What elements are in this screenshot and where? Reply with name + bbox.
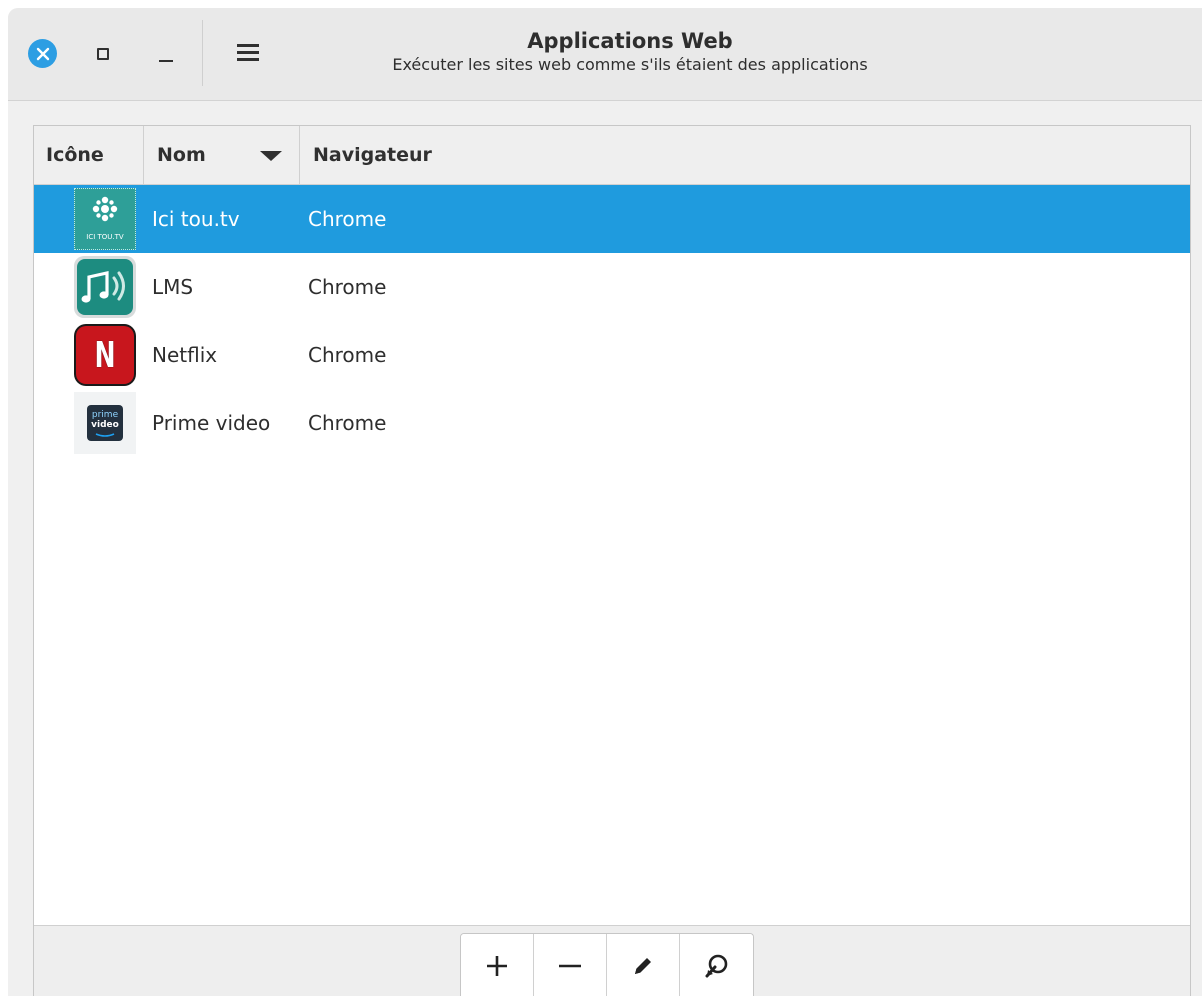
app-browser: Chrome bbox=[308, 411, 387, 435]
action-button-group bbox=[460, 933, 754, 996]
app-browser: Chrome bbox=[308, 343, 387, 367]
column-header-icon[interactable]: Icône bbox=[34, 126, 144, 184]
ici-tou-tv-icon: ICI TOU.TV bbox=[74, 188, 136, 250]
action-bar bbox=[34, 925, 1190, 996]
minimize-button[interactable] bbox=[159, 60, 173, 62]
remove-icon bbox=[559, 964, 581, 968]
edit-button[interactable] bbox=[607, 934, 680, 996]
apps-list: ICI TOU.TV Ici tou.tv Chrome LMS Chrome … bbox=[34, 185, 1190, 457]
app-browser: Chrome bbox=[308, 275, 387, 299]
hamburger-menu-icon[interactable] bbox=[237, 44, 259, 62]
launch-icon bbox=[705, 954, 727, 978]
remove-button[interactable] bbox=[534, 934, 607, 996]
column-header-name-label: Nom bbox=[157, 144, 206, 166]
maximize-button[interactable] bbox=[97, 48, 109, 60]
netflix-icon-letter: N bbox=[94, 334, 116, 376]
sort-descending-icon bbox=[260, 151, 282, 161]
titlebar-separator bbox=[202, 20, 203, 86]
table-row[interactable]: LMS Chrome bbox=[34, 253, 1190, 321]
prime-video-icon: prime video bbox=[74, 392, 136, 454]
column-header-name[interactable]: Nom bbox=[144, 126, 300, 184]
table-row[interactable]: N Netflix Chrome bbox=[34, 321, 1190, 389]
table-row[interactable]: prime video Prime video Chrome bbox=[34, 389, 1190, 457]
lms-music-icon bbox=[74, 256, 136, 318]
title-box: Applications Web Exécuter les sites web … bbox=[330, 28, 930, 76]
netflix-icon: N bbox=[74, 324, 136, 386]
app-name: Prime video bbox=[152, 411, 271, 435]
apps-list-frame: Icône Nom Navigateur ICI TOU.TV Ici tou.… bbox=[33, 125, 1191, 996]
app-browser: Chrome bbox=[308, 207, 387, 231]
window-subtitle: Exécuter les sites web comme s'ils étaie… bbox=[392, 55, 868, 74]
close-icon bbox=[36, 47, 49, 60]
close-button[interactable] bbox=[28, 39, 57, 68]
table-row[interactable]: ICI TOU.TV Ici tou.tv Chrome bbox=[34, 185, 1190, 253]
edit-icon bbox=[635, 958, 651, 974]
app-name: Ici tou.tv bbox=[152, 207, 240, 231]
launch-button[interactable] bbox=[680, 934, 753, 996]
app-name: LMS bbox=[152, 275, 194, 299]
title-bar[interactable]: Applications Web Exécuter les sites web … bbox=[8, 8, 1202, 101]
add-icon bbox=[487, 956, 507, 976]
add-button[interactable] bbox=[461, 934, 534, 996]
column-header-browser[interactable]: Navigateur bbox=[300, 126, 900, 184]
app-name: Netflix bbox=[152, 343, 218, 367]
table-header: Icône Nom Navigateur bbox=[34, 126, 1190, 185]
web-apps-window: Applications Web Exécuter les sites web … bbox=[8, 8, 1202, 996]
window-title: Applications Web bbox=[527, 29, 733, 53]
ici-tou-tv-icon-label: ICI TOU.TV bbox=[86, 233, 124, 241]
